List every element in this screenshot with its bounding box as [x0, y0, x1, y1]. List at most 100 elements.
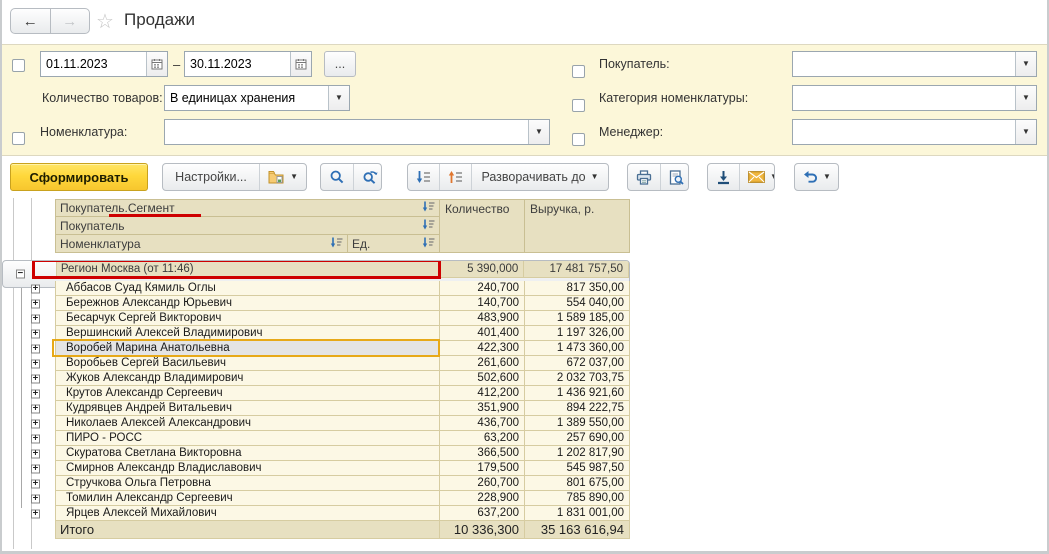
date-from-calendar-button[interactable]: [146, 52, 167, 76]
undo-button[interactable]: ▼: [795, 164, 839, 190]
expander-icon[interactable]: +: [31, 479, 40, 488]
row-revenue-cell[interactable]: 1 436 921,60: [525, 386, 630, 401]
row-name-cell[interactable]: Аббасов Суад Кямиль Оглы: [55, 281, 440, 296]
row-revenue-cell[interactable]: 1 202 817,90: [525, 446, 630, 461]
total-qty-cell[interactable]: 10 336,300: [440, 521, 525, 539]
print-button[interactable]: [628, 164, 660, 190]
row-qty-cell[interactable]: 366,500: [440, 446, 525, 461]
expander-icon[interactable]: +: [31, 434, 40, 443]
row-qty-cell[interactable]: 179,500: [440, 461, 525, 476]
total-label-cell[interactable]: Итого: [55, 521, 440, 539]
row-qty-cell[interactable]: 483,900: [440, 311, 525, 326]
buyer-checkbox[interactable]: [572, 65, 585, 78]
row-revenue-cell[interactable]: 672 037,00: [525, 356, 630, 371]
forward-button[interactable]: →: [51, 9, 90, 33]
row-name-cell[interactable]: Регион Москва (от 11:46): [56, 261, 440, 278]
date-to-calendar-button[interactable]: [290, 52, 311, 76]
manager-input[interactable]: [793, 120, 1015, 144]
search-next-button[interactable]: [353, 164, 382, 190]
row-qty-cell[interactable]: 502,600: [440, 371, 525, 386]
period-checkbox[interactable]: [12, 59, 25, 72]
expander-icon[interactable]: +: [31, 509, 40, 518]
nomenclature-dropdown-button[interactable]: ▼: [528, 120, 549, 144]
row-qty-cell[interactable]: 260,700: [440, 476, 525, 491]
row-revenue-cell[interactable]: 257 690,00: [525, 431, 630, 446]
favorite-star-icon[interactable]: ☆: [96, 9, 114, 34]
row-revenue-cell[interactable]: 1 831 001,00: [525, 506, 630, 521]
row-name-cell[interactable]: Бережнов Александр Юрьевич: [55, 296, 440, 311]
nomenclature-input[interactable]: [165, 120, 528, 144]
row-qty-cell[interactable]: 140,700: [440, 296, 525, 311]
row-qty-cell[interactable]: 351,900: [440, 401, 525, 416]
date-from-input[interactable]: [41, 52, 146, 76]
row-revenue-cell[interactable]: 817 350,00: [525, 281, 630, 296]
row-revenue-cell[interactable]: 1 197 326,00: [525, 326, 630, 341]
expander-icon[interactable]: +: [31, 329, 40, 338]
header-unit[interactable]: Ед.: [347, 235, 440, 253]
generate-button[interactable]: Сформировать: [10, 163, 148, 191]
row-name-cell[interactable]: Ярцев Алексей Михайлович: [55, 506, 440, 521]
category-dropdown-button[interactable]: ▼: [1015, 86, 1036, 110]
expander-icon[interactable]: +: [31, 494, 40, 503]
expander-icon[interactable]: +: [31, 299, 40, 308]
expander-icon[interactable]: +: [31, 404, 40, 413]
back-button[interactable]: ←: [11, 9, 51, 33]
expander-icon[interactable]: +: [31, 344, 40, 353]
report-variants-button[interactable]: ▼: [259, 164, 306, 190]
row-name-cell[interactable]: Воробей Марина Анатольевна: [55, 341, 440, 356]
print-preview-button[interactable]: [660, 164, 689, 190]
row-name-cell[interactable]: ПИРО - РОСС: [55, 431, 440, 446]
buyer-dropdown-button[interactable]: ▼: [1015, 52, 1036, 76]
row-qty-cell[interactable]: 436,700: [440, 416, 525, 431]
category-checkbox[interactable]: [572, 99, 585, 112]
expander-icon[interactable]: +: [31, 464, 40, 473]
row-name-cell[interactable]: Стручкова Ольга Петровна: [55, 476, 440, 491]
row-name-cell[interactable]: Крутов Александр Сергеевич: [55, 386, 440, 401]
total-revenue-cell[interactable]: 35 163 616,94: [525, 521, 630, 539]
save-button[interactable]: [708, 164, 739, 190]
header-buyer-segment[interactable]: Покупатель.Сегмент: [55, 199, 440, 217]
manager-dropdown-button[interactable]: ▼: [1015, 120, 1036, 144]
row-name-cell[interactable]: Жуков Александр Владимирович: [55, 371, 440, 386]
row-revenue-cell[interactable]: 801 675,00: [525, 476, 630, 491]
expand-levels-button[interactable]: [408, 164, 439, 190]
collapse-levels-button[interactable]: [439, 164, 471, 190]
row-qty-cell[interactable]: 5 390,000: [440, 261, 525, 278]
row-name-cell[interactable]: Николаев Алексей Александрович: [55, 416, 440, 431]
row-name-cell[interactable]: Томилин Александр Сергеевич: [55, 491, 440, 506]
row-revenue-cell[interactable]: 545 987,50: [525, 461, 630, 476]
expander-icon[interactable]: +: [31, 284, 40, 293]
expander-icon[interactable]: +: [31, 374, 40, 383]
header-quantity[interactable]: Количество: [440, 199, 525, 253]
expander-icon[interactable]: +: [31, 314, 40, 323]
row-qty-cell[interactable]: 637,200: [440, 506, 525, 521]
qty-measure-dropdown-button[interactable]: ▼: [328, 86, 349, 110]
expander-icon[interactable]: +: [31, 359, 40, 368]
settings-button[interactable]: Настройки...: [163, 164, 259, 190]
expander-icon[interactable]: −: [16, 270, 25, 279]
row-revenue-cell[interactable]: 554 040,00: [525, 296, 630, 311]
row-qty-cell[interactable]: 422,300: [440, 341, 525, 356]
row-qty-cell[interactable]: 228,900: [440, 491, 525, 506]
row-revenue-cell[interactable]: 894 222,75: [525, 401, 630, 416]
row-qty-cell[interactable]: 401,400: [440, 326, 525, 341]
search-button[interactable]: [321, 164, 353, 190]
row-revenue-cell[interactable]: 1 473 360,00: [525, 341, 630, 356]
header-nomenclature[interactable]: Номенклатура: [55, 235, 347, 253]
row-name-cell[interactable]: Кудрявцев Андрей Витальевич: [55, 401, 440, 416]
period-more-button[interactable]: ...: [324, 51, 356, 77]
row-qty-cell[interactable]: 63,200: [440, 431, 525, 446]
header-revenue[interactable]: Выручка, р.: [525, 199, 630, 253]
row-qty-cell[interactable]: 240,700: [440, 281, 525, 296]
expander-icon[interactable]: +: [31, 419, 40, 428]
buyer-input[interactable]: [793, 52, 1015, 76]
row-name-cell[interactable]: Бесарчук Сергей Викторович: [55, 311, 440, 326]
row-revenue-cell[interactable]: 785 890,00: [525, 491, 630, 506]
row-revenue-cell[interactable]: 2 032 703,75: [525, 371, 630, 386]
row-qty-cell[interactable]: 261,600: [440, 356, 525, 371]
nomenclature-checkbox[interactable]: [12, 132, 25, 145]
row-qty-cell[interactable]: 412,200: [440, 386, 525, 401]
expand-to-button[interactable]: Разворачивать до ▼: [471, 164, 608, 190]
expander-icon[interactable]: +: [31, 389, 40, 398]
date-to-input[interactable]: [185, 52, 290, 76]
